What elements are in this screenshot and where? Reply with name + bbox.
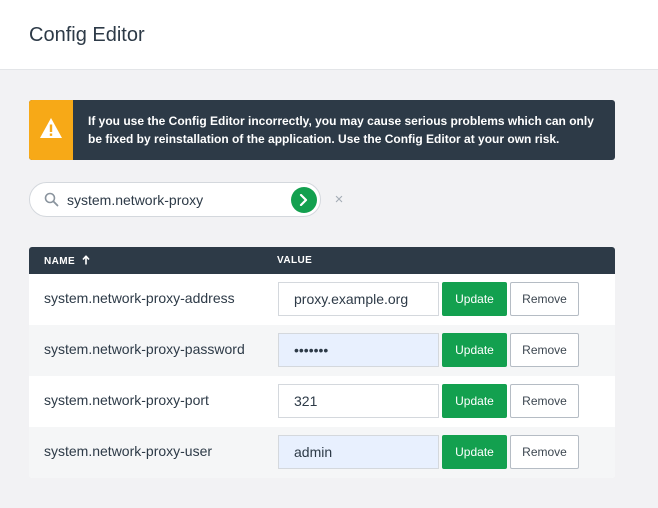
- sort-arrow-up-icon: [82, 255, 90, 265]
- page-header: Config Editor: [0, 0, 658, 70]
- remove-button[interactable]: Remove: [510, 333, 579, 367]
- search-input[interactable]: [67, 189, 279, 211]
- update-button[interactable]: Update: [442, 333, 507, 367]
- config-key: system.network-proxy-user: [44, 443, 213, 459]
- update-button[interactable]: Update: [442, 435, 507, 469]
- page-title: Config Editor: [29, 24, 145, 46]
- search-go-button[interactable]: [291, 187, 317, 213]
- clear-search-button[interactable]: ×: [332, 190, 346, 210]
- remove-button[interactable]: Remove: [510, 384, 579, 418]
- column-header-name[interactable]: NAME: [44, 255, 90, 267]
- update-button[interactable]: Update: [442, 384, 507, 418]
- table-header: NAME VALUE: [29, 247, 615, 274]
- config-value-input[interactable]: [278, 333, 439, 367]
- table-row: system.network-proxy-user Update Remove: [29, 427, 615, 478]
- column-header-name-label: NAME: [44, 256, 76, 267]
- table-row: system.network-proxy-port Update Remove: [29, 376, 615, 427]
- table-row: system.network-proxy-password Update Rem…: [29, 325, 615, 376]
- config-key: system.network-proxy-port: [44, 392, 209, 408]
- remove-button[interactable]: Remove: [510, 435, 579, 469]
- config-value-input[interactable]: [278, 384, 439, 418]
- warning-icon: [40, 118, 62, 138]
- search-icon: [44, 192, 59, 207]
- config-table: NAME VALUE system.network-proxy-address …: [29, 247, 615, 478]
- warning-icon-box: [29, 100, 73, 160]
- column-header-value: VALUE: [277, 255, 313, 266]
- config-value-input[interactable]: [278, 435, 439, 469]
- config-key: system.network-proxy-password: [44, 341, 245, 357]
- search-box: [29, 182, 321, 217]
- config-key: system.network-proxy-address: [44, 290, 235, 306]
- config-value-input[interactable]: [278, 282, 439, 316]
- warning-banner: If you use the Config Editor incorrectly…: [29, 100, 615, 160]
- table-row: system.network-proxy-address Update Remo…: [29, 274, 615, 325]
- update-button[interactable]: Update: [442, 282, 507, 316]
- chevron-right-icon: [299, 194, 308, 206]
- remove-button[interactable]: Remove: [510, 282, 579, 316]
- warning-message: If you use the Config Editor incorrectly…: [88, 114, 594, 146]
